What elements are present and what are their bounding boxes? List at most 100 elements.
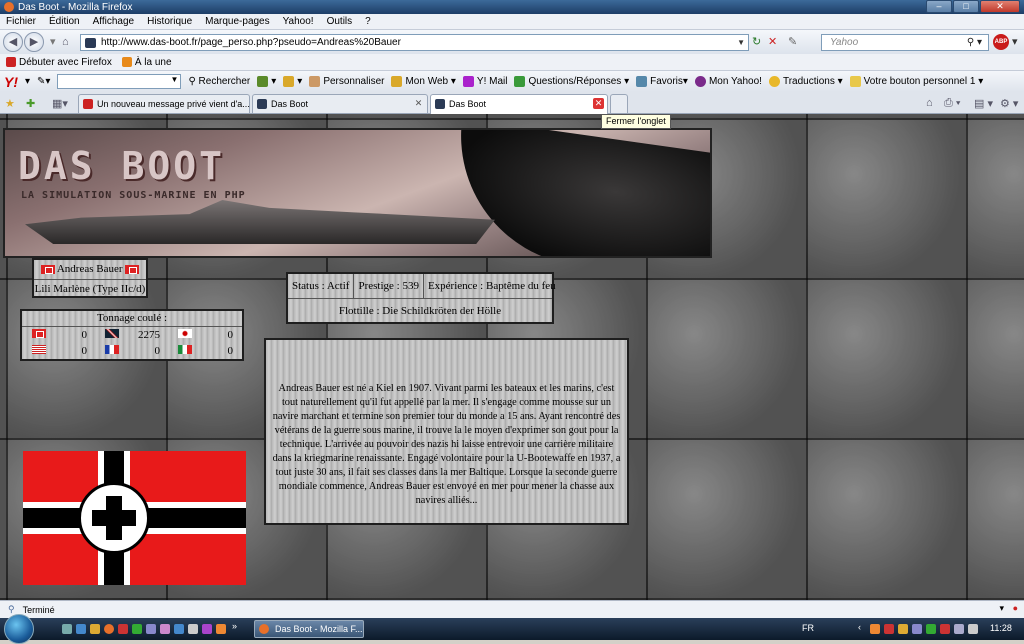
ie-icon[interactable] xyxy=(76,624,86,634)
shield-icon[interactable]: ▾ xyxy=(257,75,276,87)
app-icon[interactable] xyxy=(160,624,170,634)
tab-message[interactable]: Un nouveau message privé vient d'a... xyxy=(78,94,250,113)
volume-icon[interactable] xyxy=(968,624,978,634)
yahoo-search-input[interactable]: ▼ xyxy=(57,74,182,89)
bookmark-news[interactable]: À la une xyxy=(121,56,172,68)
reload-icon[interactable]: ↻ xyxy=(752,36,761,48)
germany-flag-icon xyxy=(32,329,46,338)
app-icon[interactable] xyxy=(216,624,226,634)
yahoo-dropdown-icon[interactable]: ▾ xyxy=(25,76,30,87)
close-tab-icon[interactable]: ✕ xyxy=(593,98,604,109)
window-title: Das Boot - Mozilla Firefox xyxy=(18,1,133,13)
yahoo-item-mon-yahoo[interactable]: Mon Yahoo! xyxy=(694,75,762,87)
menu-fichier[interactable]: Fichier xyxy=(6,16,36,27)
close-window-button[interactable]: ✕ xyxy=(980,0,1020,13)
item-label: Personnaliser xyxy=(323,76,385,88)
close-tab-icon[interactable]: ✕ xyxy=(413,98,424,109)
yahoo-item-mon-web[interactable]: Mon Web ▾ xyxy=(391,75,456,87)
tab-label: Das Boot xyxy=(449,99,487,109)
home-icon[interactable]: ⌂ xyxy=(62,36,69,48)
yahoo-item-favoris[interactable]: Favoris▾ xyxy=(636,75,688,88)
tray-expand-icon[interactable]: ‹ xyxy=(858,622,861,632)
maximize-button[interactable]: □ xyxy=(953,0,979,13)
tray-icon[interactable] xyxy=(870,624,880,634)
page-icon[interactable]: ▤ ▾ xyxy=(974,97,993,110)
star-bookmark-icon[interactable]: ★ xyxy=(5,97,15,110)
yahoo-item-personnaliser[interactable]: Personnaliser xyxy=(309,75,385,88)
tray-icon[interactable] xyxy=(884,624,894,634)
menu-yahoo[interactable]: Yahoo! xyxy=(283,16,314,27)
forward-button[interactable]: ▶ xyxy=(24,32,44,52)
app-icon[interactable] xyxy=(202,624,212,634)
yahoo-item-traductions[interactable]: Traductions ▾ xyxy=(768,75,843,87)
adblock-dropdown-icon[interactable]: ▾ xyxy=(1012,36,1018,48)
menu-affichage[interactable]: Affichage xyxy=(93,16,135,27)
url-dropdown-icon[interactable]: ▼ xyxy=(737,35,745,50)
tray-icon[interactable] xyxy=(926,624,936,634)
app-icon[interactable] xyxy=(132,624,142,634)
app-icon[interactable] xyxy=(146,624,156,634)
tray-icon[interactable] xyxy=(940,624,950,634)
print-icon[interactable]: ⎙ ▾ xyxy=(944,97,960,110)
yahoo-item-custom-button[interactable]: Votre bouton personnel 1 ▾ xyxy=(849,75,983,87)
status-dropdown-icon[interactable]: ▾ xyxy=(999,603,1004,614)
status-value: Status : Actif xyxy=(288,274,355,298)
search-placeholder: Yahoo xyxy=(830,37,859,48)
tools-gear-icon[interactable]: ⚙ ▾ xyxy=(1000,97,1018,110)
folder-icon[interactable] xyxy=(90,624,100,634)
firefox-quicklaunch-icon[interactable] xyxy=(104,624,114,634)
tray-icon[interactable] xyxy=(912,624,922,634)
stop-icon[interactable]: ✕ xyxy=(768,36,777,48)
tab-das-boot-active[interactable]: Das Boot ✕ xyxy=(430,94,608,115)
tab-das-boot-1[interactable]: Das Boot ✕ xyxy=(252,94,428,113)
german-flag-icon xyxy=(125,264,140,274)
yahoo-item-mail[interactable]: Y! Mail xyxy=(462,75,507,87)
show-desktop-icon[interactable] xyxy=(62,624,72,634)
menu-outils[interactable]: Outils xyxy=(327,16,353,27)
search-box[interactable]: Yahoo ⚲ ▾ xyxy=(821,34,989,51)
search-icon[interactable]: ⚲ ▾ xyxy=(967,35,982,50)
clock[interactable]: 11:28 xyxy=(990,623,1012,633)
submarine-name: Lili Marlène (Type IIc/d) xyxy=(34,283,146,295)
app-icon[interactable] xyxy=(174,624,184,634)
yahoo-toolbar: Y! ▾ ✎▾ ▼ ⚲ Rechercher ▾ ▾ Personnaliser… xyxy=(0,70,1024,92)
menu-edition[interactable]: Édition xyxy=(49,16,80,27)
yahoo-item-questions[interactable]: Questions/Réponses ▾ xyxy=(514,75,629,87)
yahoo-tab-favicon xyxy=(83,99,93,109)
menu-historique[interactable]: Historique xyxy=(147,16,192,27)
flottille-value: Flottille : Die Schildkröten der Hölle xyxy=(338,305,502,317)
minimize-button[interactable]: – xyxy=(926,0,952,13)
menu-bar: Fichier Édition Affichage Historique Mar… xyxy=(0,14,1024,30)
tray-icon[interactable] xyxy=(898,624,908,634)
menu-marque-pages[interactable]: Marque-pages xyxy=(205,16,269,27)
home-page-icon[interactable]: ⌂ xyxy=(926,97,933,109)
dropdown-history-icon[interactable]: ▾ xyxy=(50,36,56,48)
language-indicator[interactable]: FR xyxy=(802,623,814,633)
abp-status-icon[interactable]: ● xyxy=(1013,603,1018,613)
pencil-icon[interactable]: ✎▾ xyxy=(37,76,50,87)
quicklaunch-overflow-icon[interactable]: » xyxy=(232,621,242,631)
site-tab-favicon xyxy=(435,99,445,109)
back-button[interactable]: ◀ xyxy=(3,32,23,52)
item-label: Favoris xyxy=(650,76,683,88)
add-bookmark-icon[interactable]: ✚ xyxy=(26,97,35,110)
bookmark-getting-started[interactable]: Débuter avec Firefox xyxy=(6,57,112,68)
window-controls: – □ ✕ xyxy=(926,0,1020,13)
yahoo-search-button[interactable]: ⚲ Rechercher xyxy=(188,76,250,87)
url-bar[interactable]: http://www.das-boot.fr/page_perso.php?ps… xyxy=(80,34,749,51)
bookmark-label: À la une xyxy=(134,56,172,68)
taskbar-firefox-window[interactable]: Das Boot - Mozilla F... xyxy=(254,620,364,638)
rss-icon xyxy=(121,56,132,67)
url-text: http://www.das-boot.fr/page_perso.php?ps… xyxy=(101,37,401,48)
network-icon[interactable] xyxy=(954,624,964,634)
new-tab-button[interactable] xyxy=(610,94,628,113)
tab-list-icon[interactable]: ▦▾ xyxy=(52,97,68,110)
adblock-icon[interactable]: ABP xyxy=(993,34,1009,50)
app-icon[interactable] xyxy=(118,624,128,634)
menu-help[interactable]: ? xyxy=(365,16,371,27)
mail-envelope-icon[interactable]: ▾ xyxy=(283,75,302,87)
app-icon[interactable] xyxy=(188,624,198,634)
yahoo-search-dropdown-icon[interactable]: ▼ xyxy=(171,75,179,84)
yahoo-logo-icon[interactable]: Y! xyxy=(4,74,18,90)
bookmark-page-icon[interactable]: ✎ xyxy=(788,36,797,48)
